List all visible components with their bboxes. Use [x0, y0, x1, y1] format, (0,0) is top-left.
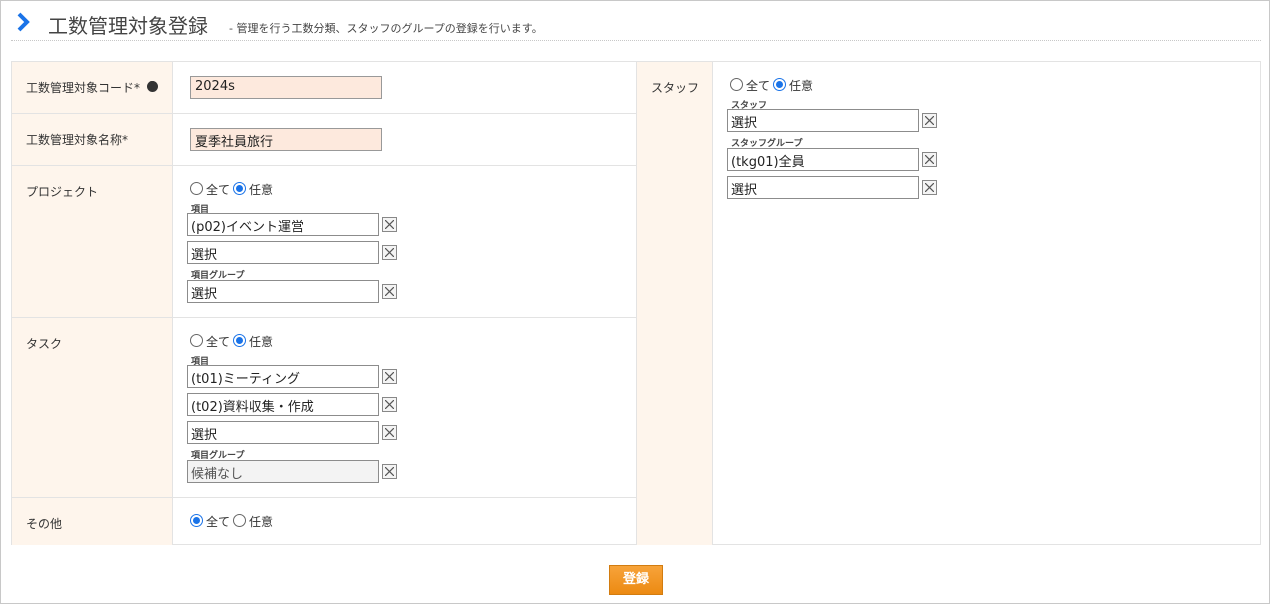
name-label: 工数管理対象名称	[26, 133, 123, 147]
staff-group-select[interactable]: (tkg01)全員	[727, 148, 919, 171]
task-label: タスク	[26, 337, 63, 351]
task-radio-any[interactable]	[233, 334, 246, 347]
required-mark: *	[134, 81, 141, 95]
project-item-select[interactable]: (p02)イベント運営	[187, 213, 379, 236]
other-radio-any-label: 任意	[249, 515, 274, 529]
other-label: その他	[26, 517, 63, 531]
close-icon[interactable]	[922, 152, 937, 167]
close-icon[interactable]	[922, 113, 937, 128]
staff-label: スタッフ	[651, 81, 700, 95]
task-field-cell: 全て 任意 項目 (t01)ミーティング (t02)資料収集・作成 選択 項目グ…	[173, 318, 636, 498]
staff-label-cell: スタッフ	[636, 62, 713, 545]
project-radio-any[interactable]	[233, 182, 246, 195]
close-icon[interactable]	[382, 369, 397, 384]
code-input[interactable]: 2024s	[190, 76, 382, 99]
task-item-select[interactable]: (t01)ミーティング	[187, 365, 379, 388]
staff-group-select[interactable]: 選択	[727, 176, 919, 199]
project-radio-group: 全て 任意	[190, 182, 310, 197]
code-label-cell: 工数管理対象コード* ?	[12, 62, 173, 114]
other-field-cell: 全て 任意	[173, 498, 636, 545]
help-icon[interactable]: ?	[147, 80, 158, 92]
page-title: 工数管理対象登録	[48, 14, 208, 38]
close-icon[interactable]	[382, 245, 397, 260]
other-radio-any[interactable]	[233, 514, 246, 527]
task-radio-group: 全て 任意	[190, 334, 310, 349]
required-mark: *	[122, 133, 129, 147]
project-field-cell: 全て 任意 項目 (p02)イベント運営 選択 項目グループ 選択	[173, 166, 636, 318]
close-icon[interactable]	[382, 425, 397, 440]
task-group-select[interactable]: 候補なし	[187, 460, 379, 483]
staff-radio-any[interactable]	[773, 78, 786, 91]
other-radio-all[interactable]	[190, 514, 203, 527]
project-radio-any-label: 任意	[249, 183, 274, 197]
task-radio-all-label: 全て	[206, 335, 231, 349]
task-item-select[interactable]: (t02)資料収集・作成	[187, 393, 379, 416]
staff-select[interactable]: 選択	[727, 109, 919, 132]
project-radio-all[interactable]	[190, 182, 203, 195]
task-item-select[interactable]: 選択	[187, 421, 379, 444]
code-field-cell: 2024s	[173, 62, 636, 114]
page-subtitle: - 管理を行う工数分類、スタッフのグループの登録を行います。	[229, 22, 543, 35]
project-item-select[interactable]: 選択	[187, 241, 379, 264]
name-label-cell: 工数管理対象名称*	[12, 114, 173, 166]
other-radio-group: 全て 任意	[190, 514, 310, 529]
page-header: 工数管理対象登録 - 管理を行う工数分類、スタッフのグループの登録を行います。	[11, 9, 1261, 41]
close-icon[interactable]	[382, 217, 397, 232]
task-label-cell: タスク	[12, 318, 173, 498]
project-label: プロジェクト	[26, 185, 99, 199]
close-icon[interactable]	[382, 284, 397, 299]
close-icon[interactable]	[922, 180, 937, 195]
staff-radio-all[interactable]	[730, 78, 743, 91]
close-icon[interactable]	[382, 464, 397, 479]
name-field-cell: 夏季社員旅行	[173, 114, 636, 166]
staff-radio-any-label: 任意	[789, 79, 814, 93]
close-icon[interactable]	[382, 397, 397, 412]
registration-form: 工数管理対象コード* ? 2024s 工数管理対象名称* 夏季社員旅行 プロジェ…	[11, 61, 1261, 545]
task-radio-any-label: 任意	[249, 335, 274, 349]
app-frame: 工数管理対象登録 - 管理を行う工数分類、スタッフのグループの登録を行います。 …	[0, 0, 1270, 604]
project-label-cell: プロジェクト	[12, 166, 173, 318]
project-group-select[interactable]: 選択	[187, 280, 379, 303]
staff-radio-group: 全て 任意	[730, 78, 850, 93]
chevron-right-icon	[17, 12, 30, 32]
task-radio-all[interactable]	[190, 334, 203, 347]
register-button[interactable]: 登録	[609, 565, 663, 595]
name-input[interactable]: 夏季社員旅行	[190, 128, 382, 151]
project-radio-all-label: 全て	[206, 183, 231, 197]
staff-radio-all-label: 全て	[746, 79, 771, 93]
other-radio-all-label: 全て	[206, 515, 231, 529]
other-label-cell: その他	[12, 498, 173, 545]
code-label: 工数管理対象コード	[26, 81, 135, 95]
staff-field-cell: 全て 任意 スタッフ 選択 スタッフグループ (tkg01)全員 選択	[713, 62, 1260, 545]
